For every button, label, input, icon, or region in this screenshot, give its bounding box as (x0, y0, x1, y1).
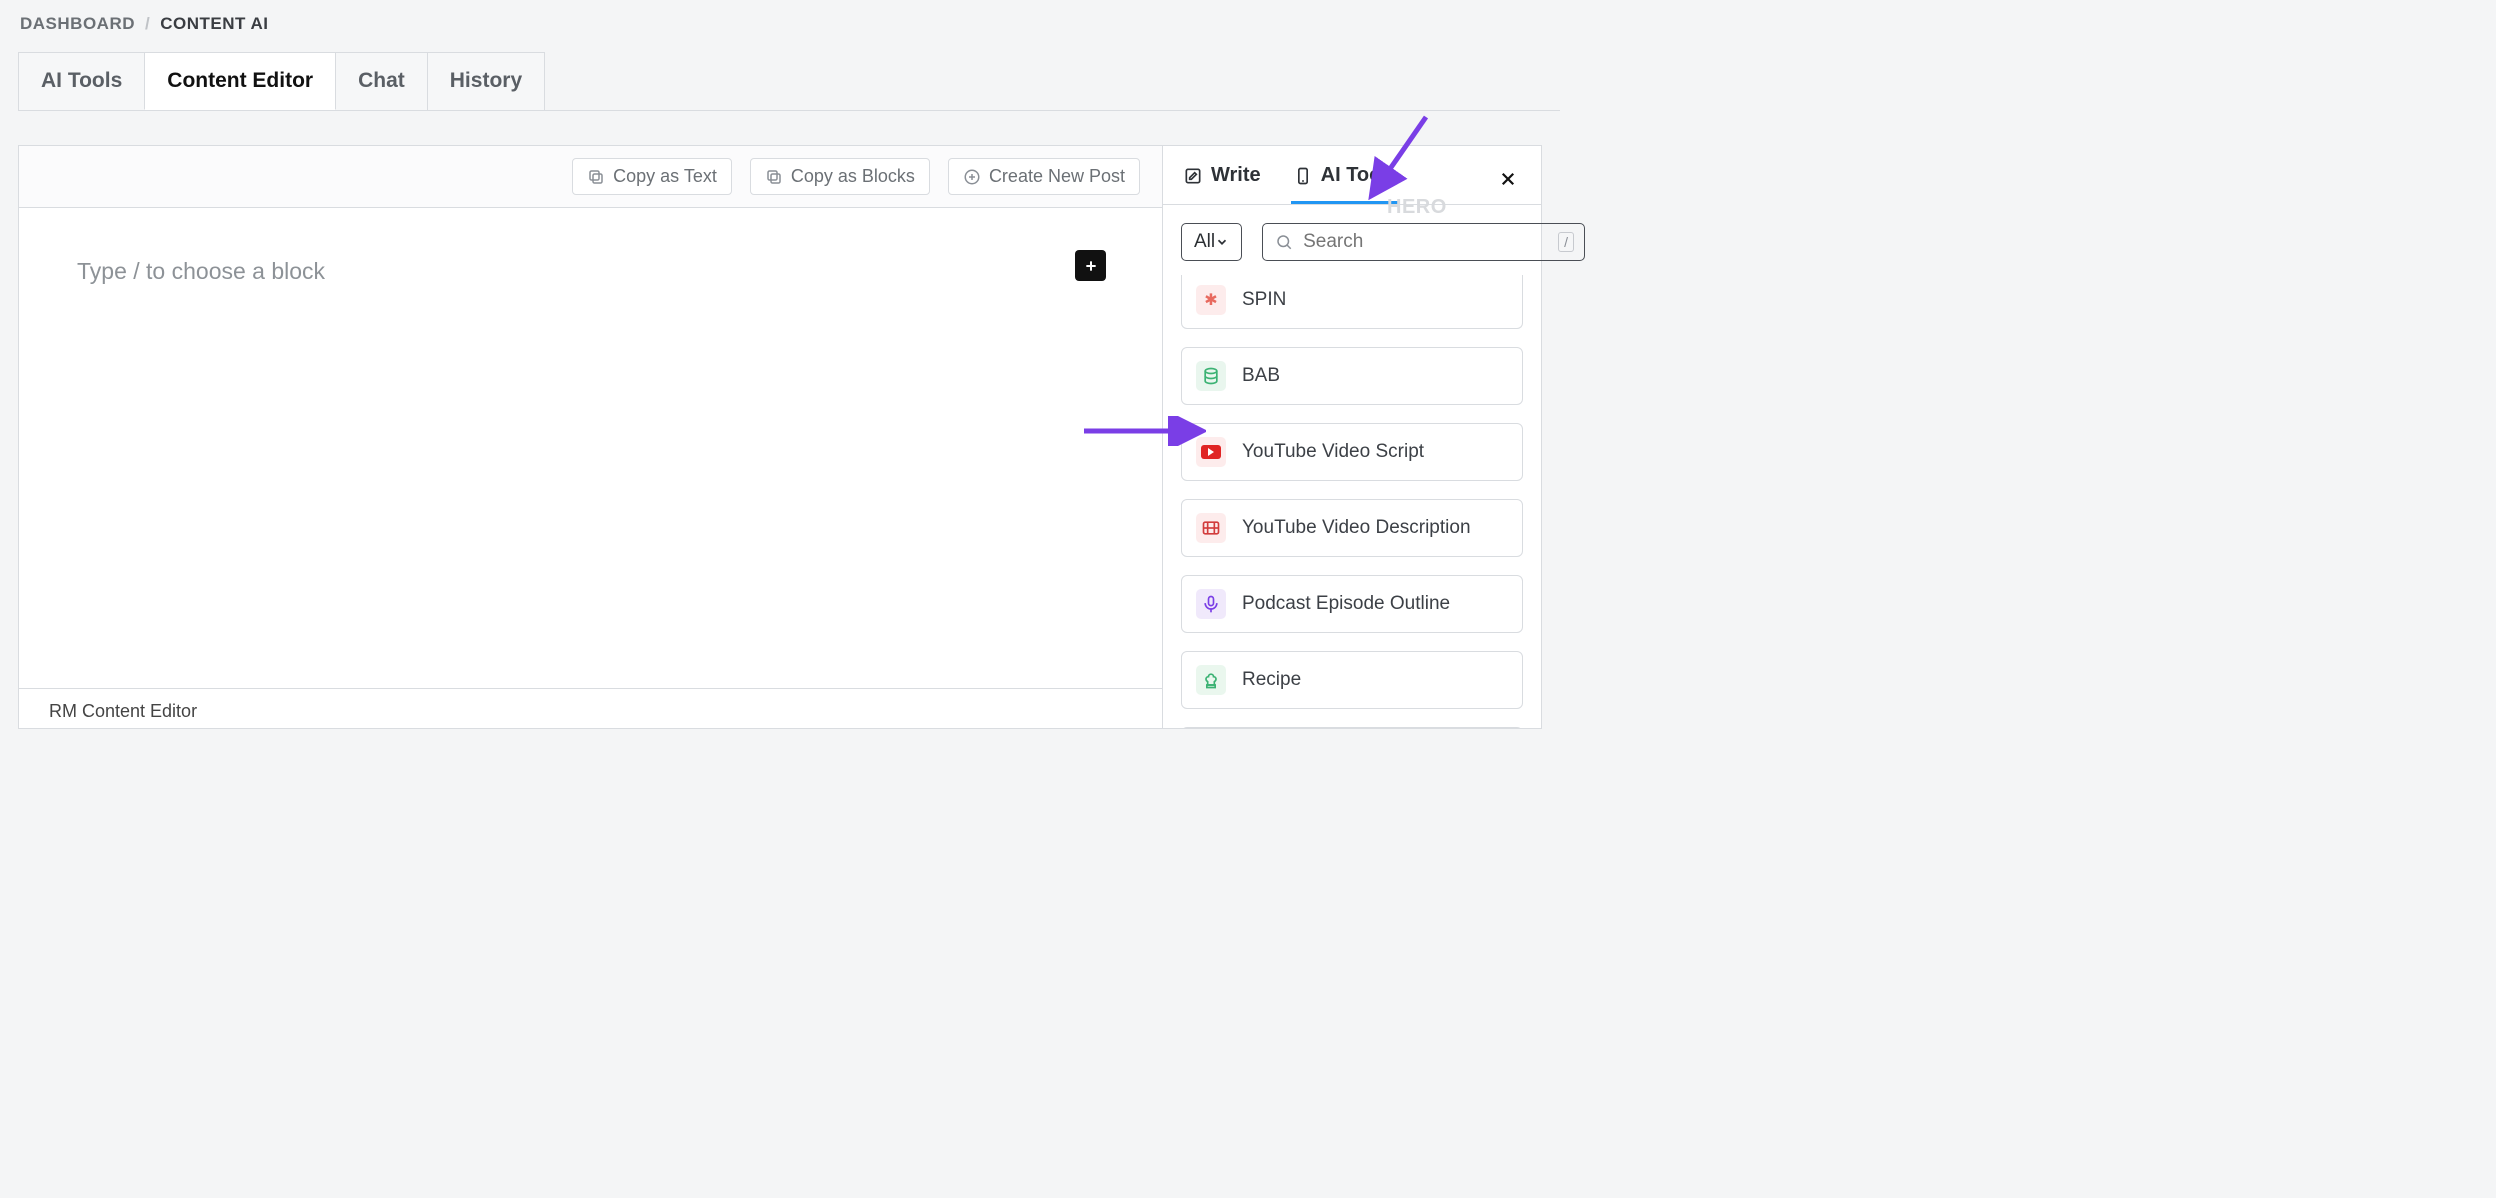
copy-icon (765, 168, 783, 186)
tool-youtube-video-description[interactable]: YouTube Video Description (1181, 499, 1523, 557)
editor-placeholder: Type / to choose a block (77, 258, 325, 285)
editor-panel: Copy as Text Copy as Blocks Create New P… (18, 145, 1542, 729)
plus-circle-icon (963, 168, 981, 186)
editor-toolbar: Copy as Text Copy as Blocks Create New P… (19, 146, 1162, 208)
copy-as-blocks-button[interactable]: Copy as Blocks (750, 158, 930, 195)
search-shortcut-hint: / (1558, 232, 1574, 252)
search-icon (1275, 233, 1293, 251)
add-block-button[interactable] (1075, 250, 1106, 281)
tool-label: Recipe (1242, 669, 1301, 691)
main-tabstrip: AI Tools Content Editor Chat History (18, 52, 1560, 111)
tab-chat[interactable]: Chat (335, 52, 428, 110)
tab-ai-tools[interactable]: AI Tools (18, 52, 145, 110)
breadcrumb-current: CONTENT AI (160, 14, 268, 34)
sidebar-tab-ai-tools[interactable]: AI Tools (1291, 158, 1400, 204)
microphone-icon (1196, 589, 1226, 619)
copy-as-text-button[interactable]: Copy as Text (572, 158, 732, 195)
tool-recipe[interactable]: Recipe (1181, 651, 1523, 709)
tool-label: SPIN (1242, 289, 1286, 311)
sidebar-tab-ai-tools-label: AI Tools (1321, 164, 1398, 187)
filter-select-value: All (1194, 231, 1215, 253)
edit-icon (1183, 166, 1203, 186)
sidebar-tabs: Write AI Tools (1163, 146, 1541, 205)
close-icon (1499, 170, 1517, 188)
sidebar-tab-write[interactable]: Write (1181, 158, 1263, 204)
device-icon (1293, 166, 1313, 186)
create-new-post-button[interactable]: Create New Post (948, 158, 1140, 195)
chevron-down-icon (1215, 235, 1229, 249)
copy-as-text-label: Copy as Text (613, 166, 717, 187)
editor-footer: RM Content Editor (19, 688, 1162, 728)
tool-label: Podcast Episode Outline (1242, 593, 1450, 615)
breadcrumb-separator: / (145, 14, 150, 34)
sidebar-controls: All / (1163, 205, 1541, 269)
spin-icon: ✱ (1196, 285, 1226, 315)
plus-icon (1083, 258, 1099, 274)
block-editor[interactable]: Type / to choose a block (19, 208, 1162, 688)
sidebar-panel: HERO Write AI Tools All (1163, 146, 1541, 728)
chef-hat-icon (1196, 665, 1226, 695)
breadcrumb-root[interactable]: DASHBOARD (20, 14, 135, 34)
copy-as-blocks-label: Copy as Blocks (791, 166, 915, 187)
breadcrumb: DASHBOARD / CONTENT AI (0, 0, 1560, 44)
tool-podcast-episode-outline[interactable]: Podcast Episode Outline (1181, 575, 1523, 633)
tab-content-editor[interactable]: Content Editor (144, 52, 336, 110)
filter-select[interactable]: All (1181, 223, 1242, 261)
sidebar-tab-write-label: Write (1211, 164, 1261, 187)
ai-tool-list: ✱ SPIN BAB YouTube Video Script (1163, 269, 1541, 728)
tab-history[interactable]: History (427, 52, 545, 110)
tool-more[interactable] (1181, 727, 1523, 728)
tool-label: YouTube Video Script (1242, 441, 1424, 463)
tool-youtube-video-script[interactable]: YouTube Video Script (1181, 423, 1523, 481)
copy-icon (587, 168, 605, 186)
tool-bab[interactable]: BAB (1181, 347, 1523, 405)
close-sidebar-button[interactable] (1493, 166, 1523, 196)
database-icon (1196, 361, 1226, 391)
editor-area: Copy as Text Copy as Blocks Create New P… (19, 146, 1163, 728)
youtube-icon (1196, 437, 1226, 467)
create-new-post-label: Create New Post (989, 166, 1125, 187)
search-input-wrapper[interactable]: / (1262, 223, 1585, 261)
tool-label: YouTube Video Description (1242, 517, 1471, 539)
tool-label: BAB (1242, 365, 1280, 387)
search-input[interactable] (1301, 230, 1550, 254)
tool-spin[interactable]: ✱ SPIN (1181, 275, 1523, 329)
film-icon (1196, 513, 1226, 543)
